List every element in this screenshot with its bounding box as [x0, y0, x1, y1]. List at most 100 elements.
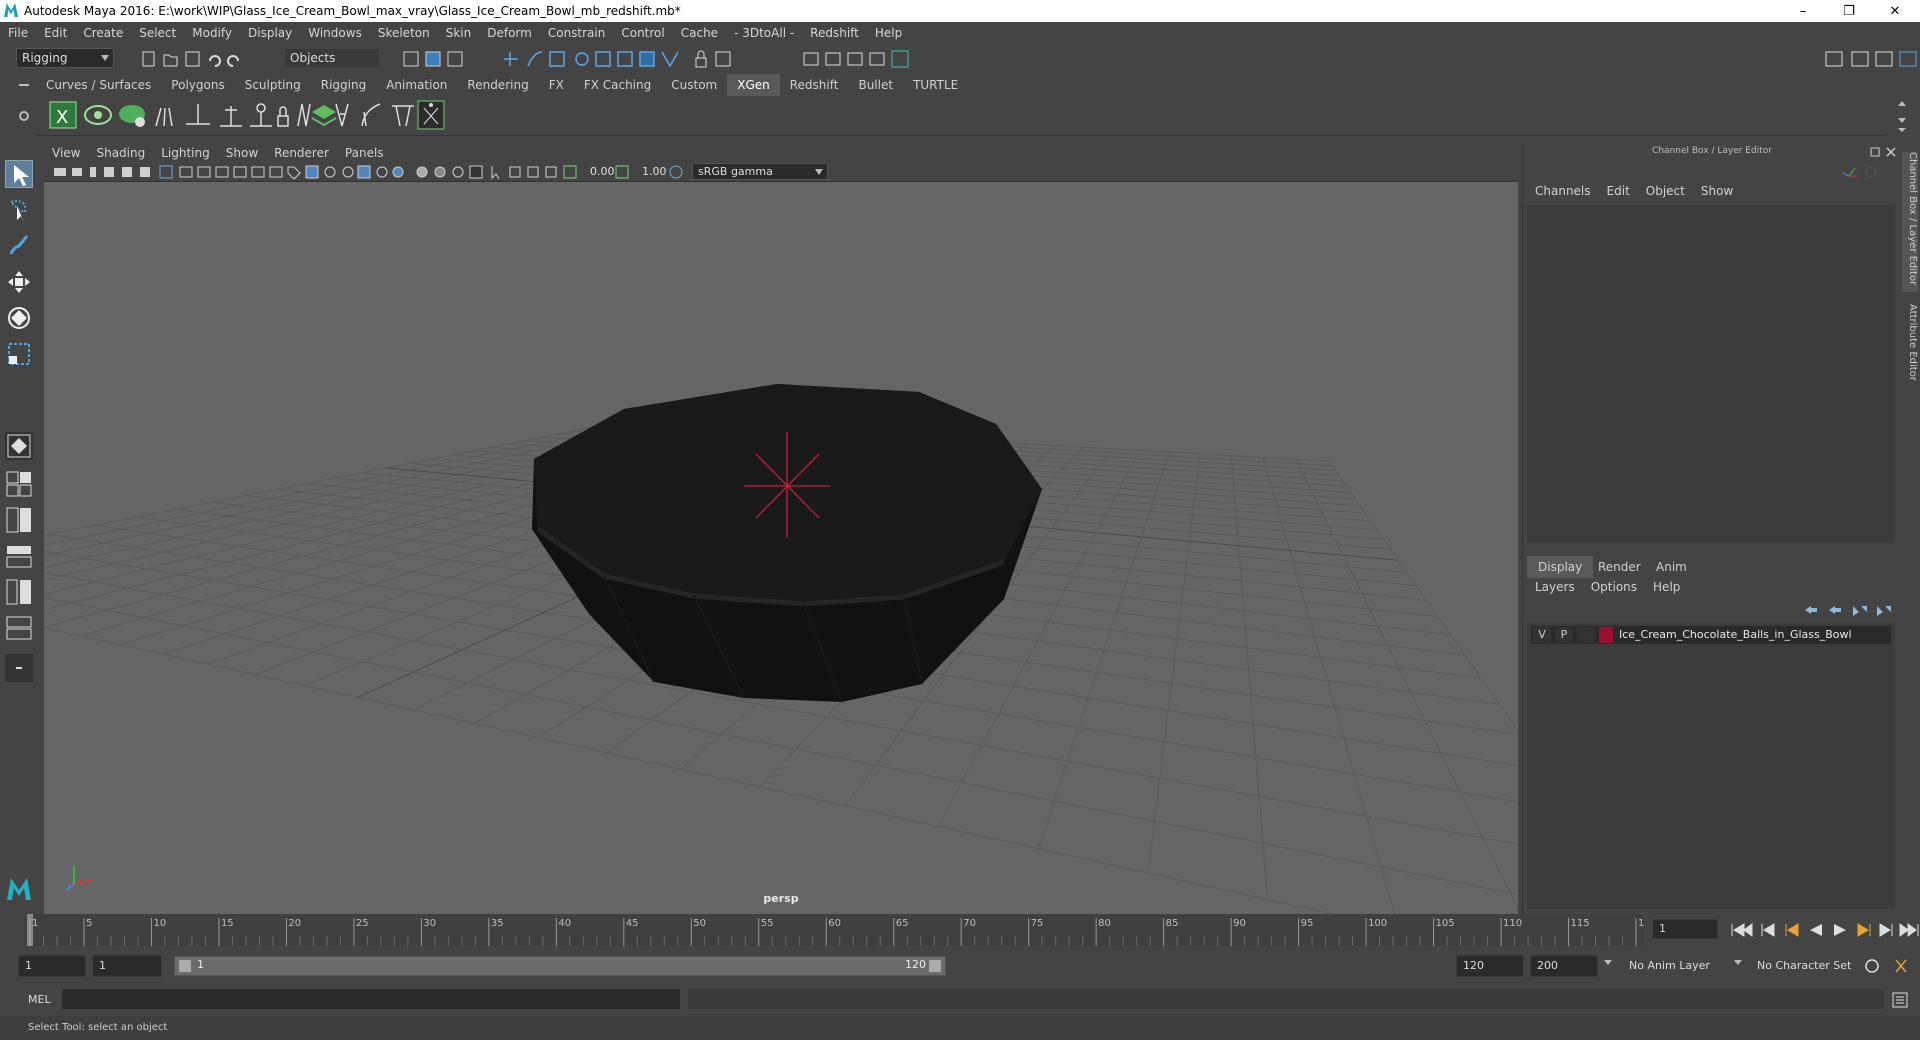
menu-set-dropdown[interactable]: Rigging: [16, 48, 114, 68]
perspective-viewport-canvas[interactable]: [44, 144, 1518, 914]
menu-item-redshift[interactable]: Redshift: [802, 26, 867, 40]
layer-display-type-toggle[interactable]: [1577, 627, 1595, 643]
shelf-tab-polygons[interactable]: Polygons: [161, 74, 234, 96]
mel-label[interactable]: MEL: [28, 993, 51, 1006]
character-set-dropdown[interactable]: No Character Set: [1750, 955, 1866, 977]
mel-input[interactable]: [62, 989, 680, 1009]
viewport-menu-shading[interactable]: Shading: [88, 146, 153, 160]
layer-menu-layers[interactable]: Layers: [1527, 580, 1583, 598]
exposure-value[interactable]: 0.00: [590, 165, 624, 178]
menu-item-select[interactable]: Select: [131, 26, 184, 40]
layer-tab-anim[interactable]: Anim: [1645, 556, 1698, 578]
workspace-icons[interactable]: [1820, 48, 1920, 70]
layer-row[interactable]: V P Ice_Cream_Chocolate_Balls_in_Glass_B…: [1531, 626, 1891, 644]
selection-mode-dropdown[interactable]: Objects: [284, 48, 380, 68]
viewport-menu-lighting[interactable]: Lighting: [153, 146, 218, 160]
lasso-tool-button[interactable]: [5, 196, 33, 224]
manipulator-icons[interactable]: [1841, 164, 1885, 180]
viewport-menu-show[interactable]: Show: [218, 146, 266, 160]
shelf-tab-custom[interactable]: Custom: [661, 74, 727, 96]
channel-menu-object[interactable]: Object: [1638, 184, 1693, 202]
viewport-menu-view[interactable]: View: [44, 146, 88, 160]
menu-item-windows[interactable]: Windows: [300, 26, 370, 40]
time-slider[interactable]: 1 5 10 15 20 25 30 35 40 45 50 55 60 65 70 75 80 85 90 95 10…: [24, 914, 1657, 946]
shelf-scroll-icons[interactable]: [1896, 98, 1908, 134]
range-handle-start[interactable]: [179, 960, 191, 972]
playback-end-field[interactable]: 120: [1456, 955, 1524, 977]
side-tab-channel-box[interactable]: Channel Box / Layer Editor: [1902, 152, 1918, 292]
scale-tool-button[interactable]: [5, 340, 33, 368]
anim-layer-dropdown[interactable]: No Anim Layer: [1622, 955, 1744, 977]
start-time-field[interactable]: 1: [18, 955, 86, 977]
file-tools-icons[interactable]: [140, 49, 250, 69]
color-space-dropdown[interactable]: sRGB gamma: [692, 163, 828, 180]
current-frame-field[interactable]: 1: [1652, 919, 1718, 939]
menu-item-skeleton[interactable]: Skeleton: [370, 26, 438, 40]
bowl-model[interactable]: [532, 384, 1042, 703]
menu-item-3dtoall[interactable]: - 3DtoAll -: [726, 26, 802, 40]
maximize-button[interactable]: ❐: [1826, 0, 1872, 22]
layer-tab-render[interactable]: Render: [1587, 556, 1652, 578]
viewport-menu-panels[interactable]: Panels: [337, 146, 392, 160]
rotate-tool-button[interactable]: [5, 304, 33, 332]
toolbar-icon-row[interactable]: [400, 48, 940, 70]
side-tab-attribute-editor[interactable]: Attribute Editor: [1902, 304, 1918, 394]
menu-item-create[interactable]: Create: [75, 26, 131, 40]
quick-layout-single-button[interactable]: [5, 432, 33, 460]
viewport-panel[interactable]: persp: [44, 144, 1518, 914]
menu-item-skin[interactable]: Skin: [438, 26, 480, 40]
gamma-value[interactable]: 1.00: [642, 165, 676, 178]
range-slider[interactable]: 1 120: [174, 956, 946, 976]
shelf-tab-xgen[interactable]: XGen: [727, 74, 780, 96]
shelf-tab-fx-caching[interactable]: FX Caching: [574, 74, 661, 96]
script-editor-icon[interactable]: [1892, 992, 1908, 1008]
playback-buttons[interactable]: [1726, 920, 1920, 940]
shelf-tab-turtle[interactable]: TURTLE: [903, 74, 968, 96]
range-handle-end[interactable]: [929, 960, 941, 972]
layout-menu-button[interactable]: [5, 654, 33, 682]
menu-item-modify[interactable]: Modify: [184, 26, 240, 40]
menu-item-display[interactable]: Display: [240, 26, 300, 40]
channel-box-area[interactable]: [1527, 205, 1895, 543]
minimize-button[interactable]: –: [1780, 0, 1826, 22]
quick-layout-side-button[interactable]: [5, 506, 33, 534]
menu-item-file[interactable]: File: [0, 26, 36, 40]
shelf-tab-animation[interactable]: Animation: [376, 74, 457, 96]
menu-item-cache[interactable]: Cache: [673, 26, 726, 40]
menu-item-edit[interactable]: Edit: [36, 26, 75, 40]
quick-layout-outliner-button[interactable]: [5, 542, 33, 570]
shelf-options-icon[interactable]: [16, 108, 32, 124]
menu-item-control[interactable]: Control: [613, 26, 672, 40]
quick-layout-hypershade-button[interactable]: [5, 614, 33, 642]
layer-color-swatch[interactable]: [1599, 627, 1613, 643]
xgen-shelf-icons[interactable]: X: [36, 96, 556, 136]
channel-menu-channels[interactable]: Channels: [1527, 184, 1599, 202]
shelf-menu-icon[interactable]: [16, 78, 32, 92]
layer-playback-toggle[interactable]: P: [1555, 627, 1573, 643]
shelf-tab-sculpting[interactable]: Sculpting: [235, 74, 311, 96]
chevron-down-icon[interactable]: [1604, 960, 1612, 965]
shelf-tab-rigging[interactable]: Rigging: [311, 74, 376, 96]
layer-visibility-toggle[interactable]: V: [1533, 627, 1551, 643]
menu-item-deform[interactable]: Deform: [479, 26, 540, 40]
maya-home-button[interactable]: [5, 874, 33, 902]
viewport-menu-renderer[interactable]: Renderer: [266, 146, 337, 160]
range-bar-icons[interactable]: [1862, 956, 1920, 976]
menu-item-help[interactable]: Help: [867, 26, 910, 40]
shelf-tab-rendering[interactable]: Rendering: [457, 74, 538, 96]
shelf-tab-bullet[interactable]: Bullet: [848, 74, 903, 96]
chevron-down-icon[interactable]: [1734, 960, 1742, 965]
end-time-field[interactable]: 200: [1530, 955, 1598, 977]
layer-action-icons[interactable]: [1801, 602, 1897, 618]
shelf-tab-redshift[interactable]: Redshift: [780, 74, 849, 96]
shelf-tab-fx[interactable]: FX: [539, 74, 574, 96]
shelf-tab-curves-surfaces[interactable]: Curves / Surfaces: [36, 74, 161, 96]
channel-menu-edit[interactable]: Edit: [1599, 184, 1638, 202]
quick-layout-four-button[interactable]: [5, 470, 33, 498]
layer-name[interactable]: Ice_Cream_Chocolate_Balls_in_Glass_Bowl: [1619, 628, 1852, 641]
quick-layout-graph-button[interactable]: [5, 578, 33, 606]
layer-tab-display[interactable]: Display: [1527, 556, 1594, 578]
channel-menu-show[interactable]: Show: [1693, 184, 1741, 202]
playback-start-field[interactable]: 1: [92, 955, 162, 977]
select-tool-button[interactable]: [5, 160, 33, 188]
